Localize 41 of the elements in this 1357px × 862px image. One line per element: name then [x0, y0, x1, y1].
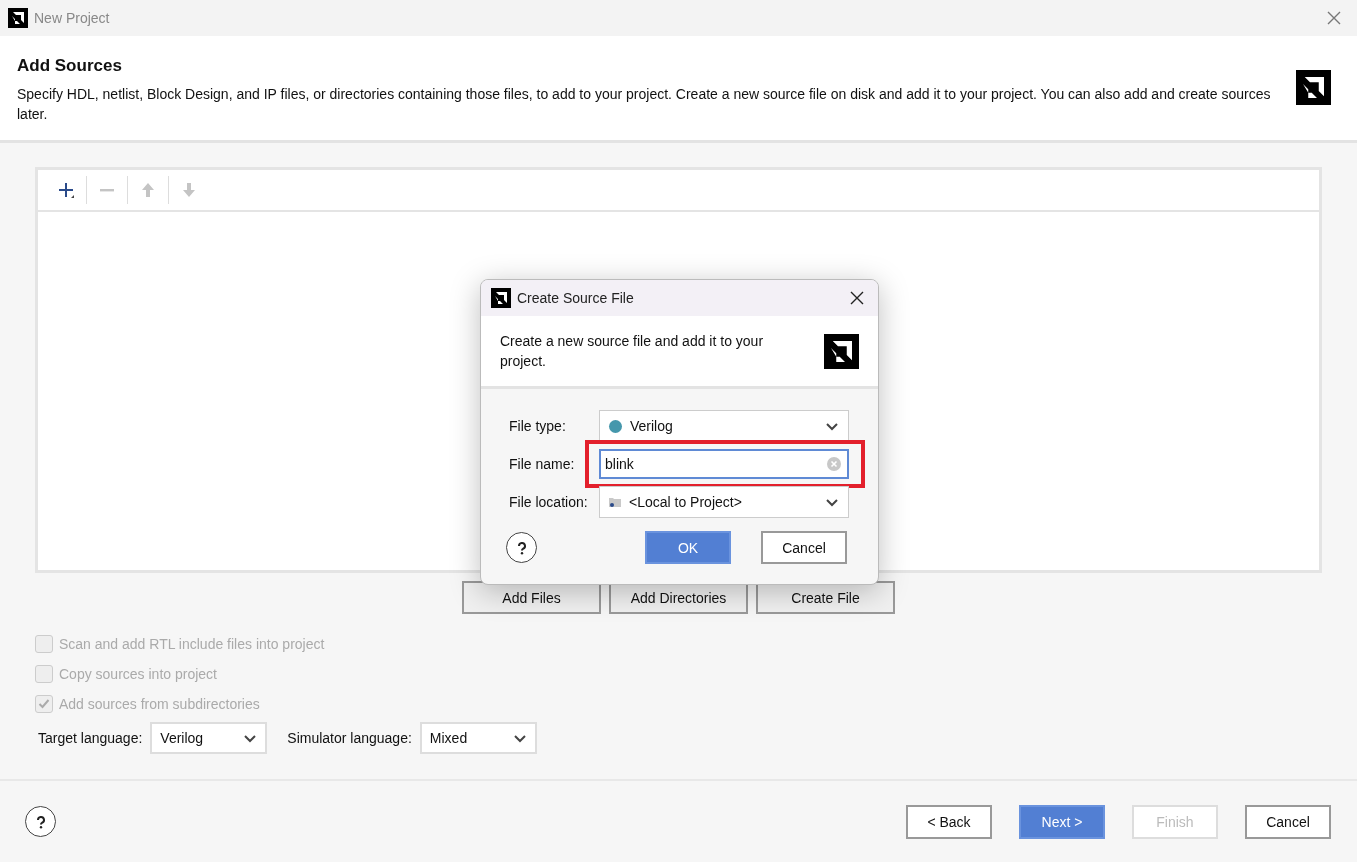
action-button[interactable]: Create File	[756, 581, 895, 614]
field-label: File location:	[509, 494, 589, 510]
page-title: Add Sources	[17, 56, 123, 76]
dropdown-value: Verilog	[160, 730, 204, 746]
dropdown-value: Mixed	[429, 730, 468, 746]
dialog-button[interactable]: OK	[645, 531, 731, 564]
help-button[interactable]	[25, 806, 56, 837]
folder-icon	[609, 496, 621, 508]
dropdown-value: Verilog	[630, 418, 674, 434]
checkbox-label: Add sources from subdirectories	[59, 696, 260, 712]
dropdown-field[interactable]: <Local to Project>	[599, 486, 849, 518]
action-button[interactable]: Add Files	[462, 581, 601, 614]
brand-logo-icon	[824, 333, 859, 369]
dropdown-field[interactable]: Verilog	[599, 410, 849, 442]
app-logo-icon	[491, 288, 511, 308]
clear-icon[interactable]	[827, 457, 841, 471]
checkbox-label: Copy sources into project	[59, 666, 217, 682]
window-title: New Project	[34, 10, 110, 26]
input-field[interactable]: blink	[599, 449, 849, 479]
help-button[interactable]	[506, 532, 537, 563]
add-icon[interactable]	[57, 181, 75, 199]
field-label: File type:	[509, 418, 567, 434]
field-label: Target language:	[38, 730, 143, 746]
dot-icon	[609, 419, 622, 433]
dialog-title: Create Source File	[517, 290, 634, 306]
checkbox-label: Scan and add RTL include files into project	[59, 636, 325, 652]
field-label: File name:	[509, 456, 576, 472]
footer-button[interactable]: < Back	[906, 804, 992, 839]
close-icon[interactable]	[850, 291, 864, 305]
page-description: Specify HDL, netlist, Block Design, and IP files, or directories containing those files, to add to your project. Create a new source file on disk and add it to your project. You can also add and create sources later.	[17, 85, 1272, 124]
footer-button[interactable]: Next >	[1019, 804, 1105, 839]
dropdown-value: <Local to Project>	[629, 494, 743, 510]
dropdown-field[interactable]: Verilog	[150, 722, 268, 754]
app-logo-icon	[8, 8, 28, 28]
checkmark-icon	[38, 698, 50, 710]
footer-button[interactable]: Cancel	[1245, 804, 1331, 839]
brand-logo-icon	[1296, 70, 1331, 105]
field-label: Simulator language:	[287, 730, 412, 746]
dialog-button[interactable]: Cancel	[761, 531, 847, 564]
dropdown-field[interactable]: Mixed	[419, 722, 537, 754]
dialog-description: Create a new source file and add it to your project.	[500, 332, 765, 371]
